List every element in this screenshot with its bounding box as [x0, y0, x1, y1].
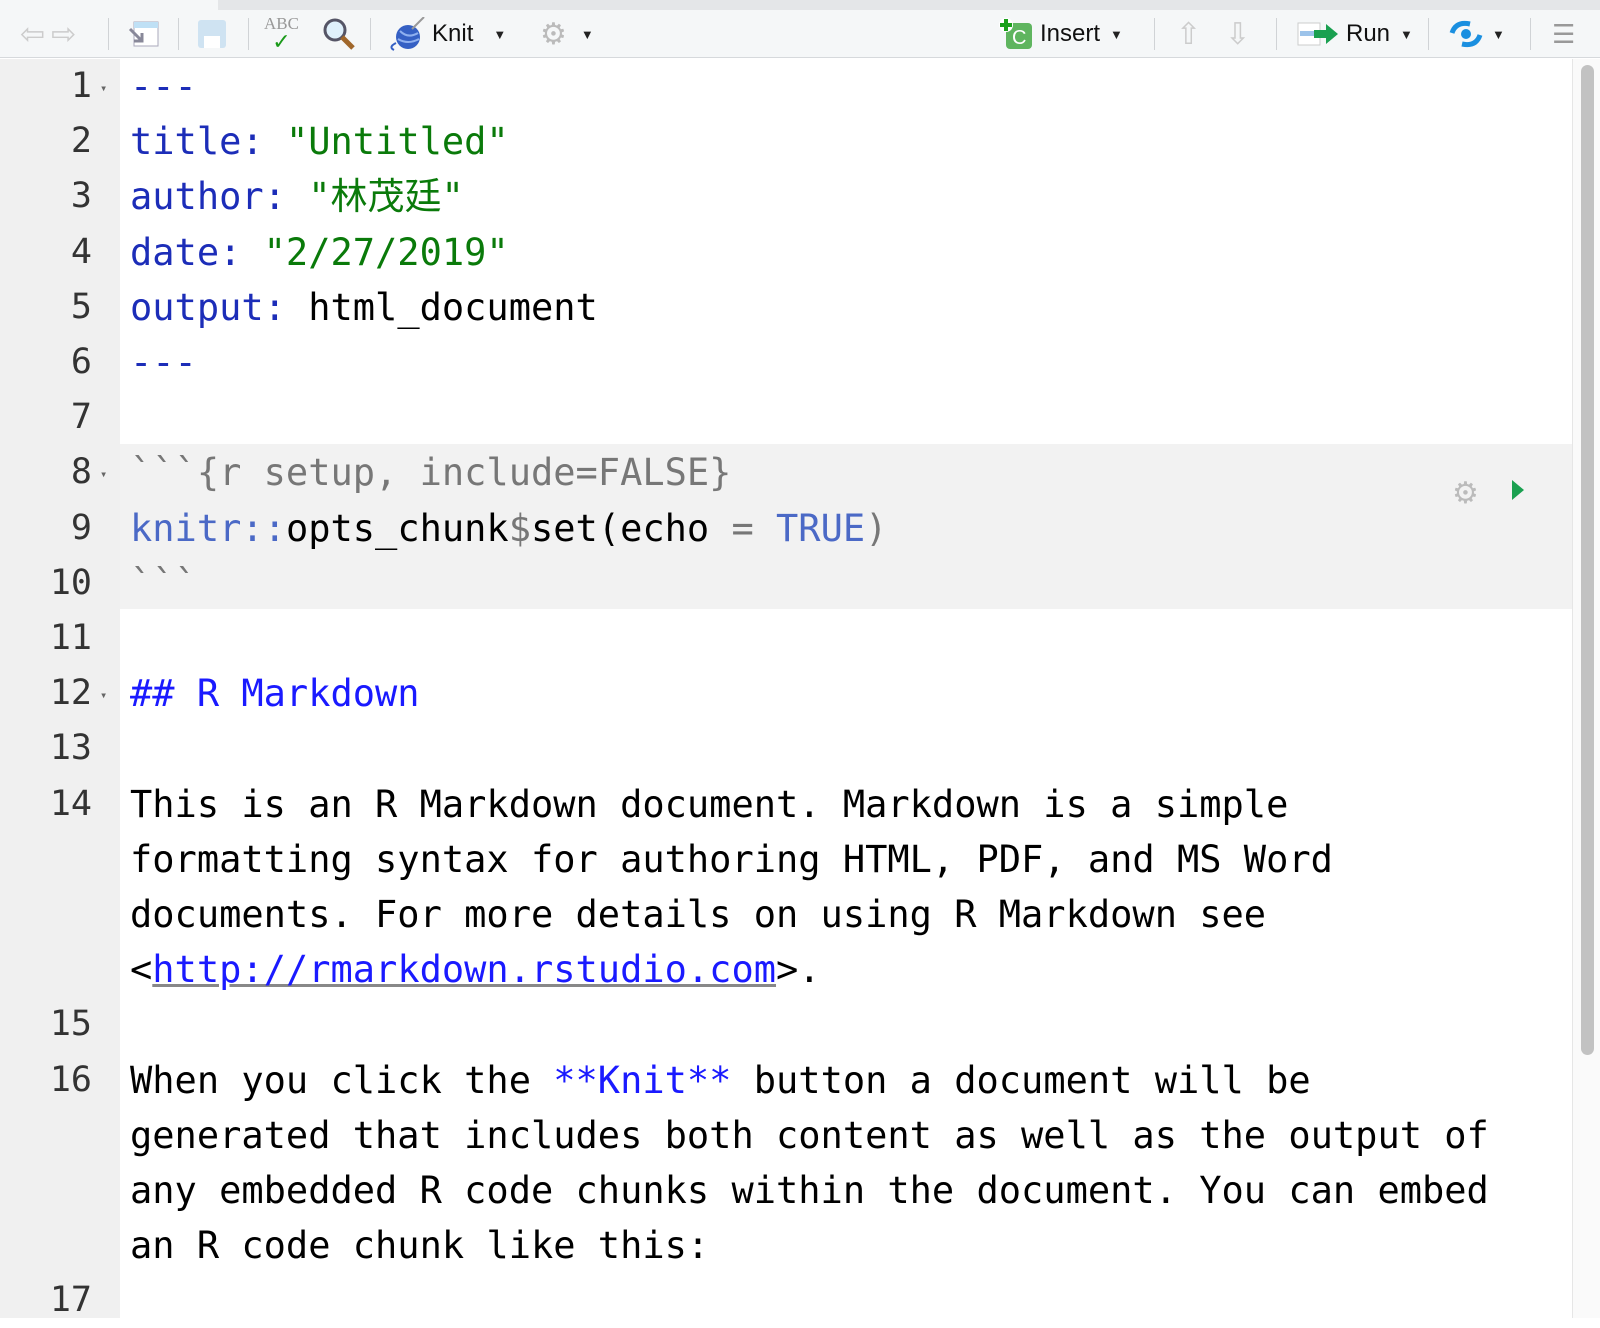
code-token: $ — [508, 506, 531, 550]
code-line[interactable]: output: html_document — [130, 280, 598, 335]
code-line[interactable]: date: "2/27/2019" — [130, 225, 509, 280]
code-token: This is an R Markdown document. Markdown… — [130, 782, 1289, 826]
code-line[interactable]: When you click the **Knit** button a doc… — [130, 1053, 1311, 1108]
url-link[interactable]: http://rmarkdown.rstudio.com — [152, 948, 776, 991]
code-line[interactable]: --- — [130, 59, 197, 114]
fold-toggle-icon[interactable]: ▾ — [100, 61, 107, 116]
code-token: output: — [130, 285, 309, 329]
code-token: ```{r setup, include=FALSE} — [130, 451, 732, 495]
chunk-options-gear-icon[interactable]: ⚙ — [1452, 476, 1479, 511]
line-number: 1 — [70, 66, 92, 106]
vertical-scrollbar[interactable] — [1572, 59, 1600, 1318]
code-line[interactable]: ## R Markdown — [130, 666, 420, 721]
code-line[interactable]: any embedded R code chunks within the do… — [130, 1163, 1489, 1218]
code-line[interactable]: an R code chunk like this: — [130, 1218, 709, 1273]
code-token: any embedded R code chunks within the do… — [130, 1169, 1489, 1212]
code-token: date: — [130, 230, 264, 274]
code-token: html_document — [308, 285, 598, 329]
code-token: ) — [865, 506, 888, 550]
line-number: 17 — [49, 1280, 92, 1321]
line-number: 4 — [70, 231, 92, 272]
line-number: 12 — [49, 673, 92, 714]
fold-toggle-icon[interactable]: ▾ — [100, 668, 107, 723]
code-token: generated that includes both content as … — [130, 1113, 1489, 1157]
code-token: author: — [130, 175, 309, 219]
line-number: 14 — [49, 783, 92, 824]
code-line[interactable]: formatting syntax for authoring HTML, PD… — [130, 832, 1333, 887]
code-token: an R code chunk like this: — [130, 1224, 710, 1268]
code-line[interactable]: author: "林茂廷" — [130, 169, 464, 224]
code-line[interactable]: title: "Untitled" — [130, 114, 509, 169]
code-line[interactable]: This is an R Markdown document. Markdown… — [130, 777, 1288, 832]
line-number: 8 — [70, 452, 92, 493]
code-line[interactable]: documents. For more details on using R M… — [130, 887, 1266, 942]
code-token: When you click the — [130, 1058, 554, 1102]
code-token: set(echo — [530, 506, 732, 550]
line-number: 6 — [70, 342, 92, 382]
line-number: 7 — [70, 397, 92, 438]
code-token: >. — [776, 948, 821, 992]
code-line[interactable]: <http://rmarkdown.rstudio.com>. — [130, 942, 821, 997]
fold-toggle-icon[interactable]: ▾ — [100, 447, 107, 502]
code-line[interactable]: --- — [130, 335, 197, 390]
line-number: 5 — [70, 286, 92, 327]
code-token: "2/27/2019" — [263, 230, 509, 274]
code-token: = — [731, 506, 777, 550]
code-token: TRUE — [776, 506, 866, 550]
code-token: ``` — [130, 561, 197, 605]
run-chunk-play-icon[interactable] — [1512, 480, 1524, 500]
code-token: --- — [130, 65, 197, 108]
editor-lines[interactable]: 1 ▾ --- 2 title: "Untitled" 3 author: "林茂廷" 4 da… — [0, 0, 1572, 1320]
code-line[interactable]: ```{r setup, include=FALSE} — [130, 445, 731, 500]
line-number: 11 — [49, 618, 92, 658]
line-number: 2 — [70, 121, 92, 162]
code-token: **Knit** — [553, 1058, 732, 1102]
code-token: button a document will be — [731, 1058, 1311, 1102]
code-token: "Untitled" — [285, 120, 509, 164]
line-number: 15 — [49, 1004, 92, 1045]
scrollbar-thumb[interactable] — [1581, 65, 1594, 1055]
code-line[interactable]: knitr::opts_chunk$set(echo = TRUE) — [130, 501, 887, 556]
code-token: knitr:: — [130, 506, 286, 550]
code-token: "林茂廷" — [308, 175, 464, 219]
code-token: formatting syntax for authoring HTML, PD… — [130, 837, 1333, 881]
code-token: < — [130, 948, 153, 992]
line-number: 9 — [70, 507, 92, 548]
code-token: ## R Markdown — [130, 672, 420, 716]
code-token: documents. For more details on using R M… — [130, 893, 1267, 936]
line-number: 16 — [49, 1059, 92, 1100]
code-line[interactable]: ``` — [130, 556, 197, 611]
line-number: 10 — [49, 562, 92, 603]
code-token: opts_chunk — [285, 506, 509, 550]
code-token: title: — [130, 120, 286, 164]
code-line[interactable]: generated that includes both content as … — [130, 1108, 1489, 1163]
line-number: 3 — [70, 176, 92, 217]
line-number: 13 — [49, 728, 92, 769]
code-token: --- — [130, 341, 197, 384]
